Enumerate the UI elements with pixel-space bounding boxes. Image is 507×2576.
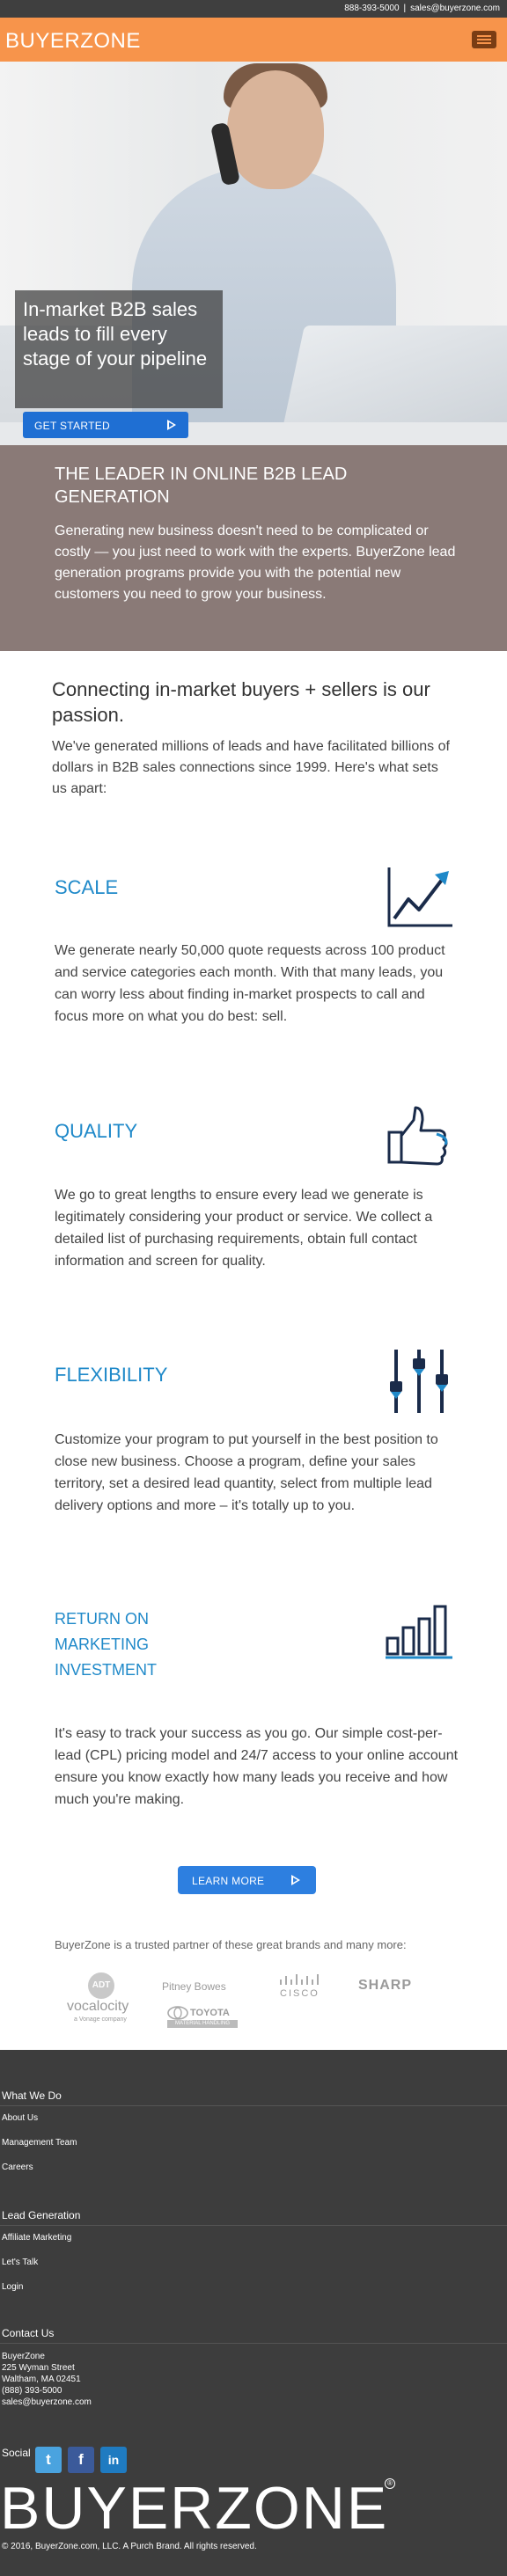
top-email-link[interactable]: sales@buyerzone.com — [410, 4, 500, 13]
linkedin-icon[interactable]: in — [100, 2447, 127, 2473]
cisco-bars-icon — [280, 1974, 319, 1985]
get-started-button[interactable]: GET STARTED — [23, 412, 188, 438]
leader-body: Generating new business doesn't need to … — [55, 523, 456, 602]
play-icon — [291, 1875, 300, 1885]
footer-address: BuyerZone 225 Wyman Street Waltham, MA 0… — [2, 2351, 178, 2408]
hero-title: In-market B2B sales leads to fill every … — [23, 298, 208, 370]
footer-lead-generation[interactable]: Lead Generation — [2, 2209, 80, 2221]
cisco-wordmark: CISCO — [280, 1988, 320, 1999]
brand-logo-sharp: SHARP — [358, 1978, 413, 1993]
feature-text-scale: We generate nearly 50,000 quote requests… — [55, 943, 445, 1024]
feature-text-roi: It's easy to track your success as you g… — [55, 1726, 459, 1807]
footer-divider — [0, 2343, 507, 2344]
leader-title: THE LEADER IN ONLINE B2B LEAD GENERATION — [55, 465, 348, 507]
intro-heading: Connecting in-market buyers + sellers is… — [52, 678, 430, 726]
footer-contact-us[interactable]: Contact Us — [2, 2327, 54, 2339]
intro-body: We've generated millions of leads and ha… — [52, 739, 450, 796]
brand-logo-pitney-bowes: Pitney Bowes — [162, 1980, 226, 1993]
feature-text-quality: We go to great lengths to ensure every l… — [55, 1188, 433, 1269]
learn-more-label: LEARN MORE — [192, 1875, 265, 1887]
footer-what-we-do[interactable]: What We Do — [2, 2089, 62, 2102]
footer-link-lets-talk[interactable]: Let's Talk — [2, 2258, 38, 2267]
footer-link-careers[interactable]: Careers — [2, 2163, 33, 2172]
site-header: BUYERZONE — [0, 18, 507, 62]
play-icon — [167, 420, 176, 430]
footer-logo[interactable]: BUYERZONE — [0, 2477, 388, 2540]
feature-title-quality: QUALITY — [55, 1120, 138, 1142]
thumbs-up-icon — [387, 1106, 448, 1166]
footer-company-name: BuyerZone — [2, 2352, 45, 2361]
feature-title-flexibility: FLEXIBILITY — [55, 1364, 168, 1386]
facebook-icon[interactable]: f — [68, 2447, 94, 2473]
partners-text: BuyerZone is a trusted partner of these … — [55, 1938, 407, 1951]
top-separator: | — [403, 4, 407, 13]
feature-text-flexibility: Customize your program to put yourself i… — [55, 1432, 438, 1513]
footer-copyright: © 2016, BuyerZone.com, LLC. A Purch Bran… — [2, 2542, 257, 2551]
sliders-icon — [390, 1350, 448, 1413]
social-label: Social — [2, 2447, 31, 2459]
footer-city: Waltham, MA 02451 — [2, 2375, 81, 2384]
feature-title-scale: SCALE — [55, 876, 119, 898]
toyota-tagline: MATERIAL HANDLING — [167, 2020, 238, 2028]
top-utility-bar: 888-393-5000 | sales@buyerzone.com — [0, 0, 507, 18]
footer-email[interactable]: sales@buyerzone.com — [2, 2397, 178, 2408]
footer-link-affiliate-marketing[interactable]: Affiliate Marketing — [2, 2233, 71, 2243]
top-contact-info: 888-393-5000 | sales@buyerzone.com — [344, 4, 500, 13]
growth-chart-icon — [387, 867, 452, 927]
footer-phone[interactable]: (888) 393-5000 — [2, 2385, 178, 2397]
footer-link-login[interactable]: Login — [2, 2282, 23, 2292]
bar-chart-icon — [386, 1605, 452, 1659]
get-started-label: GET STARTED — [34, 420, 110, 432]
feature-title-roi: RETURN ON MARKETING INVESTMENT — [55, 1610, 158, 1679]
top-phone-link[interactable]: 888-393-5000 — [344, 4, 399, 13]
site-logo[interactable]: BUYERZONE — [5, 29, 141, 54]
footer-link-management-team[interactable]: Management Team — [2, 2138, 77, 2148]
twitter-icon[interactable]: t — [35, 2447, 62, 2473]
footer-street: 225 Wyman Street — [2, 2363, 75, 2373]
adt-badge: ADT — [88, 1972, 114, 1999]
vocalocity-logo: vocalocity — [67, 1999, 129, 2014]
leader-section: THE LEADER IN ONLINE B2B LEAD GENERATION… — [0, 445, 507, 651]
vonage-tagline: a Vonage company — [74, 2016, 127, 2023]
learn-more-button[interactable]: LEARN MORE — [178, 1866, 316, 1894]
hero-overlay: In-market B2B sales leads to fill every … — [15, 290, 223, 408]
toyota-wordmark: TOYOTA — [190, 2008, 230, 2018]
toyota-emblem-icon — [167, 2006, 188, 2020]
hamburger-icon[interactable] — [472, 31, 496, 48]
footer-link-about-us[interactable]: About Us — [2, 2113, 38, 2123]
footer-divider — [0, 2225, 507, 2226]
footer-divider — [0, 2105, 507, 2106]
registered-mark: ® — [385, 2478, 395, 2489]
